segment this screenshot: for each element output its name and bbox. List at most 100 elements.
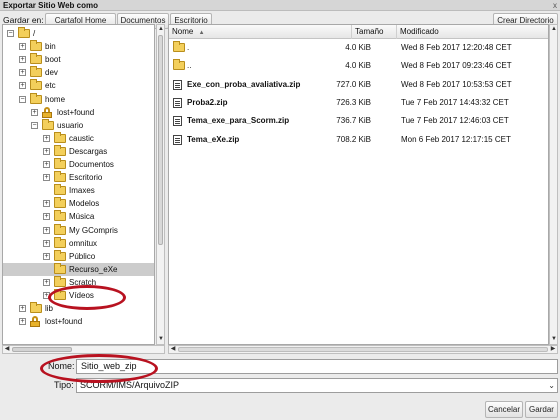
tree-scrollbar[interactable]: ▲ ▼ bbox=[156, 24, 165, 345]
scroll-down-arrow-icon[interactable]: ▼ bbox=[550, 336, 558, 343]
scroll-left-arrow-icon[interactable]: ◀ bbox=[169, 346, 177, 353]
collapse-icon[interactable]: − bbox=[19, 95, 26, 103]
scroll-left-arrow-icon[interactable]: ◀ bbox=[3, 346, 11, 353]
file-modified: Wed 8 Feb 2017 12:20:48 CET bbox=[401, 43, 512, 52]
tree-item[interactable]: + My GCompris bbox=[3, 223, 154, 237]
tree-item-label: Descargas bbox=[69, 146, 108, 156]
expand-icon[interactable]: + bbox=[43, 174, 50, 182]
tree-item-label: Recurso_eXe bbox=[69, 264, 118, 274]
expand-icon[interactable]: + bbox=[19, 82, 26, 90]
file-row[interactable]: . 4.0 KiB Wed 8 Feb 2017 12:20:48 CET bbox=[169, 41, 548, 55]
save-button[interactable]: Gardar bbox=[525, 401, 558, 418]
tree-item-label: bin bbox=[45, 42, 56, 52]
expand-icon[interactable]: + bbox=[43, 252, 50, 260]
file-list[interactable]: Nome ▲ Tamaño Modificado . 4.0 KiB Wed 8 F… bbox=[168, 24, 549, 345]
tree-item[interactable]: + Música bbox=[3, 210, 154, 223]
folder-icon bbox=[173, 59, 185, 71]
tree-item-label: / bbox=[33, 29, 36, 38]
tree-item[interactable]: Recurso_eXe bbox=[3, 262, 154, 276]
close-icon[interactable]: x bbox=[553, 0, 557, 11]
file-name: .. bbox=[187, 61, 192, 71]
tree-item[interactable]: − home bbox=[3, 92, 154, 106]
file-row[interactable]: Proba2.zip 726.3 KiB Tue 7 Feb 2017 14:43:… bbox=[169, 96, 548, 110]
expand-icon[interactable]: + bbox=[43, 161, 50, 168]
tree-hscroll-thumb[interactable] bbox=[12, 347, 72, 352]
scroll-up-arrow-icon[interactable]: ▲ bbox=[157, 26, 165, 33]
file-name: Tema_eXe.zip bbox=[187, 134, 240, 144]
window-title: Exportar Sitio Web como bbox=[3, 1, 98, 10]
folder-icon bbox=[54, 223, 66, 235]
scroll-up-arrow-icon[interactable]: ▲ bbox=[550, 26, 558, 33]
expand-icon[interactable]: + bbox=[43, 213, 50, 221]
lock-icon bbox=[42, 106, 52, 118]
scroll-down-arrow-icon[interactable]: ▼ bbox=[157, 336, 165, 343]
tree-item-label: Documentos bbox=[69, 160, 114, 169]
file-row[interactable]: Exe_con_proba_avaliativa.zip 727.0 KiB Wed… bbox=[169, 78, 548, 92]
collapse-icon[interactable]: − bbox=[31, 121, 38, 129]
expand-icon[interactable]: + bbox=[43, 200, 50, 208]
column-header-modified[interactable]: Modificado bbox=[397, 25, 548, 39]
folder-icon bbox=[30, 66, 42, 78]
tree-horizontal-scrollbar[interactable]: ◀ bbox=[2, 345, 165, 354]
expand-icon[interactable]: + bbox=[19, 318, 26, 326]
folder-icon bbox=[173, 41, 185, 52]
expand-icon[interactable]: + bbox=[19, 69, 26, 77]
file-row[interactable]: Tema_eXe.zip 708.2 KiB Mon 6 Feb 2017 12:1… bbox=[169, 133, 548, 147]
tree-item-label: boot bbox=[45, 55, 61, 65]
file-modified: Tue 7 Feb 2017 12:46:03 CET bbox=[401, 116, 509, 126]
expand-icon[interactable]: + bbox=[43, 226, 50, 234]
tree-item[interactable]: − / bbox=[3, 27, 154, 40]
cancel-button[interactable]: Cancelar bbox=[485, 401, 523, 418]
collapse-icon[interactable]: − bbox=[7, 30, 14, 37]
file-list-hscroll-thumb[interactable] bbox=[178, 347, 548, 352]
file-list-scrollbar[interactable]: ▲ ▼ bbox=[549, 24, 558, 345]
tree-item[interactable]: + bin bbox=[3, 40, 154, 53]
tree-item[interactable]: + etc bbox=[3, 79, 154, 92]
folder-icon bbox=[54, 144, 66, 156]
chevron-down-icon: ⌄ bbox=[548, 381, 555, 390]
tree-item[interactable]: + Público bbox=[3, 249, 154, 263]
tree-scroll-thumb[interactable] bbox=[158, 35, 163, 245]
tree-item-label: Modelos bbox=[69, 199, 100, 209]
tree-item[interactable]: − usuario bbox=[3, 118, 154, 132]
file-list-header: Nome ▲ Tamaño Modificado bbox=[169, 25, 548, 39]
file-modified: Tue 7 Feb 2017 14:43:32 CET bbox=[401, 97, 509, 107]
expand-icon[interactable]: + bbox=[43, 147, 50, 155]
tree-item[interactable]: + lost+found bbox=[3, 315, 154, 328]
column-header-size[interactable]: Tamaño bbox=[352, 25, 397, 39]
expand-icon[interactable]: + bbox=[43, 278, 50, 286]
expand-icon[interactable]: + bbox=[31, 108, 38, 116]
expand-icon[interactable]: + bbox=[43, 239, 50, 247]
tree-item[interactable]: + omnitux bbox=[3, 236, 154, 250]
scroll-right-arrow-icon[interactable]: ▶ bbox=[549, 346, 557, 353]
expand-icon[interactable]: + bbox=[43, 134, 50, 142]
tree-item[interactable]: + lost+found bbox=[3, 106, 154, 119]
tree-item-label: lost+found bbox=[57, 107, 95, 117]
tree-item[interactable]: Imaxes bbox=[3, 184, 154, 197]
folder-icon bbox=[30, 40, 42, 52]
tree-item[interactable]: + boot bbox=[3, 53, 154, 66]
expand-icon[interactable]: + bbox=[19, 43, 26, 51]
column-header-name[interactable]: Nome ▲ bbox=[169, 25, 352, 39]
lock-icon bbox=[30, 316, 40, 328]
folder-icon bbox=[54, 262, 66, 274]
file-modified: Wed 8 Feb 2017 09:23:46 CET bbox=[401, 61, 512, 71]
file-row[interactable]: .. 4.0 KiB Wed 8 Feb 2017 09:23:46 CET bbox=[169, 59, 548, 73]
folder-icon bbox=[54, 236, 66, 248]
tree-item[interactable]: + caustic bbox=[3, 131, 154, 145]
column-modified-label: Modificado bbox=[400, 27, 439, 36]
tree-item[interactable]: + Escritorio bbox=[3, 171, 154, 184]
tree-item[interactable]: + Documentos bbox=[3, 158, 154, 171]
highlight-ring-tree bbox=[48, 285, 126, 310]
tree-item-label: Público bbox=[69, 251, 96, 261]
file-row[interactable]: Tema_exe_para_Scorm.zip 736.7 KiB Tue 7 Fe… bbox=[169, 114, 548, 128]
file-list-horizontal-scrollbar[interactable]: ◀ ▶ bbox=[168, 345, 558, 354]
tree-item[interactable]: + Descargas bbox=[3, 144, 154, 158]
tree-item[interactable]: + Modelos bbox=[3, 197, 154, 210]
expand-icon[interactable]: + bbox=[19, 305, 26, 313]
expand-icon[interactable]: + bbox=[19, 56, 26, 64]
tree-item-label: My GCompris bbox=[69, 225, 118, 235]
filetype-select[interactable]: SCORM/IMS/ArquivoZIP ⌄ bbox=[76, 378, 558, 393]
tree-item[interactable]: + dev bbox=[3, 66, 154, 79]
tree-item-label: Escritorio bbox=[69, 173, 103, 183]
